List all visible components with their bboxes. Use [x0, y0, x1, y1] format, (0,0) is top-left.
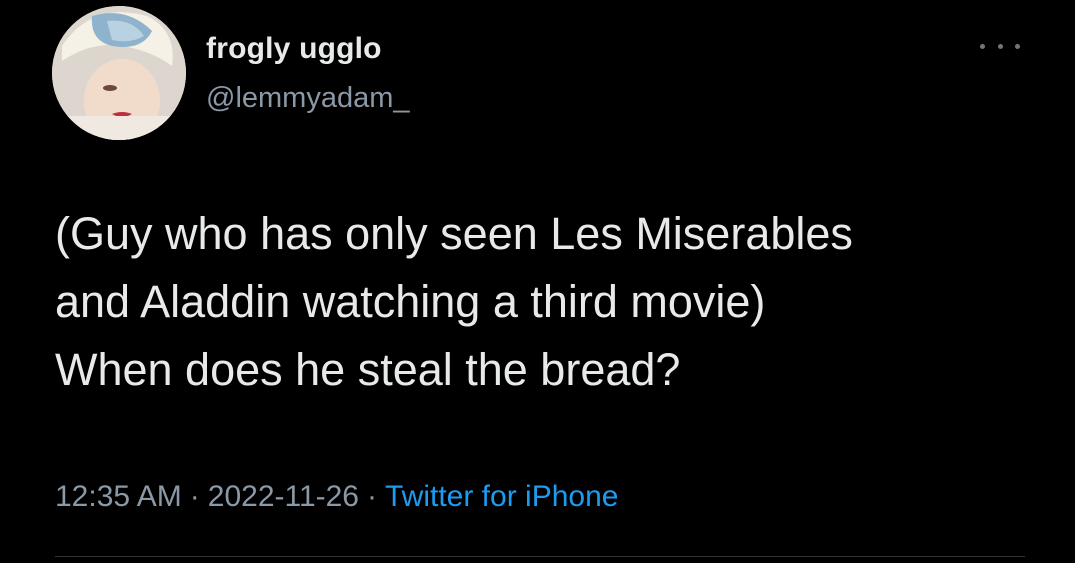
dot	[980, 43, 985, 49]
separator: ·	[189, 480, 200, 513]
tweet-card: frogly ugglo @lemmyadam_ (Guy who has on…	[0, 0, 1075, 563]
avatar-photo-icon	[52, 6, 186, 140]
tweet-text: (Guy who has only seen Les Miserables an…	[55, 200, 1045, 404]
avatar[interactable]	[52, 6, 186, 140]
tweet-text-line: (Guy who has only seen Les Miserables	[55, 208, 853, 259]
tweet-text-line: When does he steal the bread?	[55, 344, 681, 395]
divider	[55, 556, 1025, 557]
dot	[1015, 43, 1020, 49]
separator: ·	[367, 480, 377, 513]
display-name[interactable]: frogly ugglo	[206, 32, 382, 66]
tweet-time[interactable]: 12:35 AM	[55, 480, 182, 513]
user-handle[interactable]: @lemmyadam_	[206, 82, 410, 115]
more-options-icon[interactable]	[980, 36, 1020, 56]
dot	[997, 43, 1003, 49]
tweet-date[interactable]: 2022-11-26	[208, 480, 359, 513]
tweet-text-line: and Aladdin watching a third movie)	[55, 276, 766, 327]
tweet-metadata: 12:35 AM · 2022-11-26 · Twitter for iPhone	[55, 480, 618, 514]
tweet-source-link[interactable]: Twitter for iPhone	[385, 480, 618, 513]
